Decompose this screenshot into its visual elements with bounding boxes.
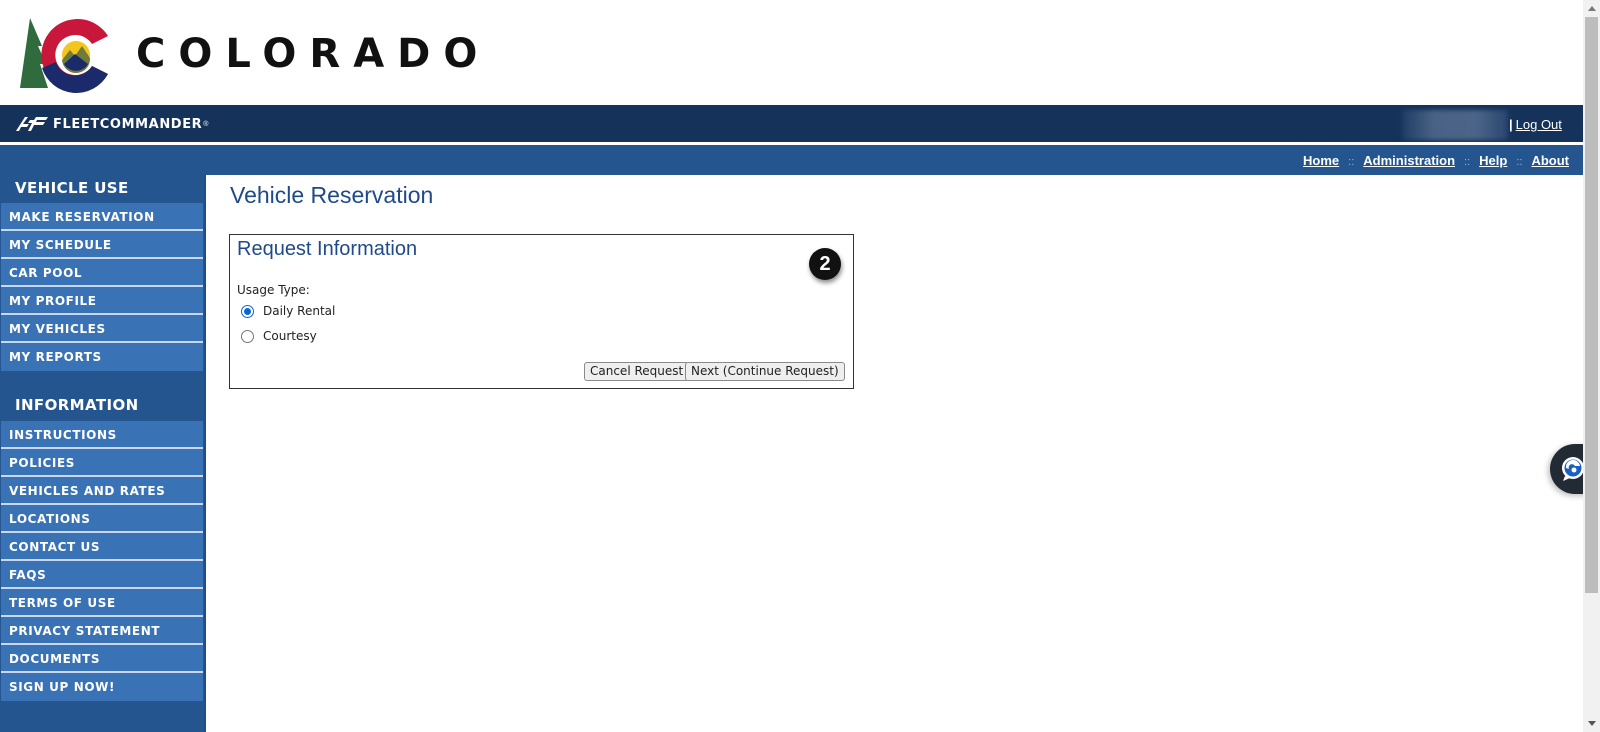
sidebar: VEHICLE USE MAKE RESERVATION MY SCHEDULE… [0,175,204,732]
courtesy-radio[interactable] [241,329,254,343]
request-information-panel: Request Information Usage Type: Daily Re… [229,234,854,389]
logout-area: | Log Out [1509,117,1562,132]
nav-administration-link[interactable]: Administration [1363,153,1455,168]
arrow-down-icon [1587,721,1596,726]
arrow-up-icon [1587,6,1596,11]
top-nav: Home:: Administration:: Help:: About [0,145,1583,175]
vertical-scrollbar[interactable] [1583,0,1600,732]
sidebar-heading-information: INFORMATION [15,396,139,414]
state-header: COLORADO [0,0,1583,105]
nav-help-link[interactable]: Help [1479,153,1507,168]
sidebar-item-my-schedule[interactable]: MY SCHEDULE [1,231,203,259]
nav-separator: :: [1464,156,1471,168]
sidebar-item-contact-us[interactable]: CONTACT US [1,533,203,561]
scroll-up-button[interactable] [1583,0,1600,17]
sidebar-item-make-reservation[interactable]: MAKE RESERVATION [1,203,203,231]
sidebar-item-vehicles-and-rates[interactable]: VEHICLES AND RATES [1,477,203,505]
page: COLORADO FLEETCOMMANDER ® | Log Out Home:… [0,0,1583,732]
sidebar-item-policies[interactable]: POLICIES [1,449,203,477]
cancel-request-button[interactable]: Cancel Request [584,362,690,381]
separator: | [1509,117,1513,132]
colorado-logo-icon[interactable] [18,16,118,94]
sidebar-item-terms-of-use[interactable]: TERMS OF USE [1,589,203,617]
sidebar-item-my-reports[interactable]: MY REPORTS [1,343,203,371]
fleetcommander-logo[interactable]: FLEETCOMMANDER ® [15,113,208,135]
step-number-badge: 2 [809,248,841,280]
main-content: Vehicle Reservation Request Information … [204,175,1583,732]
usage-type-label: Usage Type: [237,283,310,297]
nav-home-link[interactable]: Home [1303,153,1339,168]
colorado-wordmark: COLORADO [136,31,491,77]
usage-option-courtesy[interactable]: Courtesy [241,329,317,343]
fleetcommander-wordmark: FLEETCOMMANDER [53,116,203,132]
usage-option-daily-rental[interactable]: Daily Rental [241,304,335,318]
nav-separator: :: [1348,156,1355,168]
courtesy-label[interactable]: Courtesy [263,329,317,343]
panel-title: Request Information [237,238,418,260]
fleetcommander-mark-icon [16,117,48,131]
user-name-redacted [1402,110,1508,140]
app-top-bar: FLEETCOMMANDER ® | Log Out [0,105,1583,142]
daily-rental-radio[interactable] [241,304,254,318]
next-continue-request-button[interactable]: Next (Continue Request) [685,362,845,381]
nav-separator: :: [1516,156,1523,168]
sidebar-item-locations[interactable]: LOCATIONS [1,505,203,533]
trademark-mark: ® [203,120,209,128]
nav-links: Home:: Administration:: Help:: About [1303,153,1569,168]
logout-link[interactable]: Log Out [1516,117,1562,132]
sidebar-item-car-pool[interactable]: CAR POOL [1,259,203,287]
chat-bubble-icon [1562,457,1583,481]
daily-rental-label[interactable]: Daily Rental [263,304,335,318]
sidebar-item-faqs[interactable]: FAQS [1,561,203,589]
scrollbar-thumb[interactable] [1585,17,1598,593]
sidebar-heading-vehicle-use: VEHICLE USE [15,179,129,197]
sidebar-item-my-vehicles[interactable]: MY VEHICLES [1,315,203,343]
sidebar-item-instructions[interactable]: INSTRUCTIONS [1,421,203,449]
sidebar-item-privacy-statement[interactable]: PRIVACY STATEMENT [1,617,203,645]
nav-about-link[interactable]: About [1531,153,1569,168]
sidebar-item-sign-up-now[interactable]: SIGN UP NOW! [1,673,203,701]
sidebar-item-documents[interactable]: DOCUMENTS [1,645,203,673]
scroll-down-button[interactable] [1583,715,1600,732]
page-title: Vehicle Reservation [230,182,434,208]
sidebar-item-my-profile[interactable]: MY PROFILE [1,287,203,315]
